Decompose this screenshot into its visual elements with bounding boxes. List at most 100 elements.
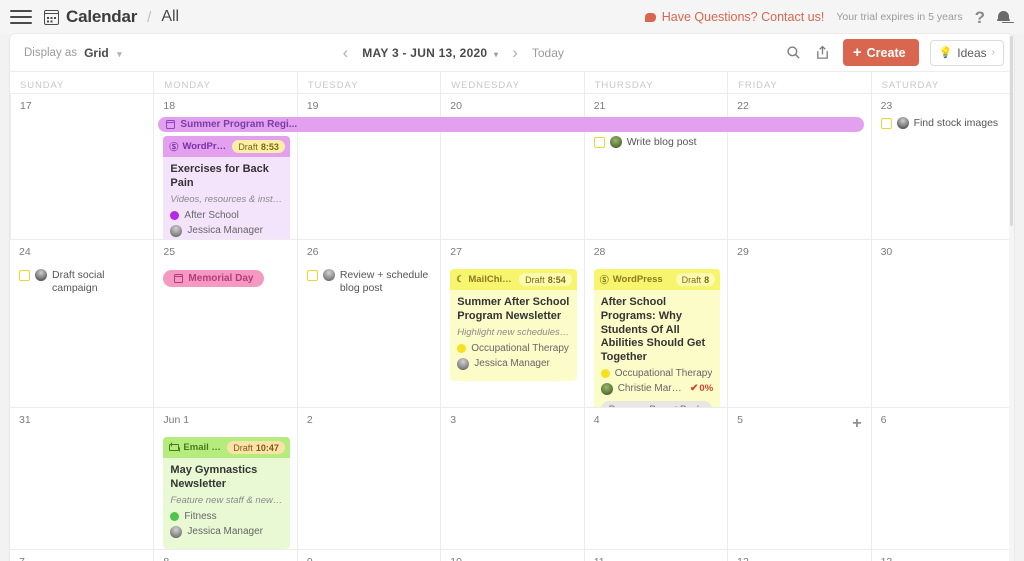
card-body: After School Programs: Why Students Of A…: [594, 290, 720, 407]
day-cell-jun-1[interactable]: Jun 1 Email M... Draft 10:47 May Gymnast…: [153, 408, 296, 549]
day-cell-jun-4[interactable]: 4: [583, 408, 727, 549]
day-cell-25[interactable]: 25 Memorial Day: [153, 240, 296, 407]
chevron-down-icon: ▾: [117, 48, 122, 59]
vertical-scrollbar[interactable]: [1009, 34, 1014, 561]
task-checkbox[interactable]: [593, 137, 605, 148]
notification-bell-icon[interactable]: [997, 10, 1010, 25]
card-assignee-label: Jessica Manager: [474, 358, 550, 370]
card-body: Exercises for Back Pain Videos, resource…: [163, 157, 289, 239]
today-button[interactable]: Today: [532, 46, 564, 60]
hamburger-menu-icon[interactable]: [10, 8, 32, 26]
day-cell-jun-6[interactable]: 6: [870, 408, 1014, 549]
task-label: Write blog post: [626, 136, 697, 148]
day-number: 11: [594, 556, 720, 561]
share-icon[interactable]: [814, 44, 832, 62]
day-cell-jun-7[interactable]: 7: [10, 550, 153, 561]
create-button[interactable]: + Create: [842, 39, 919, 66]
task-checkbox[interactable]: [880, 118, 892, 129]
wordpress-icon: Ⓢ: [599, 275, 609, 285]
chat-bubble-icon: [644, 12, 656, 22]
task-item-draft-social-campaign[interactable]: Draft social campaign: [19, 269, 146, 295]
day-cell-24[interactable]: 24 Draft social campaign: [10, 240, 153, 407]
day-number: 12: [737, 556, 863, 561]
day-cell-20[interactable]: 20: [440, 94, 583, 239]
day-cell-jun-8[interactable]: 8: [153, 550, 296, 561]
page-title[interactable]: Calendar: [66, 7, 137, 27]
card-header: Email M... Draft 10:47: [163, 437, 290, 458]
ideas-button[interactable]: 💡 Ideas ›: [929, 39, 1004, 66]
add-event-button[interactable]: +: [852, 416, 861, 432]
breadcrumb-subtitle[interactable]: All: [161, 8, 179, 26]
search-icon[interactable]: [785, 44, 803, 62]
task-checkbox[interactable]: [306, 270, 318, 281]
day-cell-27[interactable]: 27 ☾ MailChimp Draft 8:54 Summer After S…: [440, 240, 583, 407]
day-cell-23[interactable]: 23 Find stock images: [870, 94, 1014, 239]
content-card-may-gymnastics-newsletter[interactable]: Email M... Draft 10:47 May Gymnastics Ne…: [163, 437, 290, 549]
day-cell-26[interactable]: 26 Review + schedule blog post: [296, 240, 440, 407]
day-cell-jun-9[interactable]: 9: [296, 550, 440, 561]
card-assignee-label: Jessica Manager: [187, 526, 264, 538]
day-cell-28[interactable]: 28 Ⓢ WordPress Draft 8 After School Prog…: [583, 240, 727, 407]
event-label: Memorial Day: [188, 273, 254, 284]
task-item-write-blog-post[interactable]: Write blog post: [593, 136, 720, 149]
card-description: Highlight new schedules & ...: [457, 326, 570, 338]
display-mode-value: Grid: [84, 45, 109, 60]
task-label: Find stock images: [913, 117, 999, 129]
day-cell-30[interactable]: 30: [870, 240, 1014, 407]
day-cell-jun-5[interactable]: 5 +: [727, 408, 870, 549]
day-number: 18: [163, 100, 176, 112]
task-checkbox[interactable]: [19, 270, 30, 281]
card-channel-label: WordPress: [612, 274, 663, 285]
day-cell-22[interactable]: 22: [727, 94, 870, 239]
day-number: 17: [20, 100, 32, 112]
content-card-exercises-for-back-pain[interactable]: Ⓢ WordPress Draft 8:53 Exercises for Bac…: [163, 136, 290, 239]
card-title: Summer After School Program Newsletter: [457, 296, 570, 322]
scrollbar-thumb[interactable]: [1010, 36, 1013, 226]
day-cell-jun-12[interactable]: 12: [727, 550, 870, 561]
day-cell-21[interactable]: 21 Write blog post: [583, 94, 727, 239]
day-number: 5: [737, 414, 743, 426]
card-channel-label: MailChimp: [468, 274, 516, 285]
content-card-after-school-programs[interactable]: Ⓢ WordPress Draft 8 After School Program…: [593, 269, 721, 407]
card-description: Videos, resources & instruc...: [170, 193, 283, 205]
card-category-row: Occupational Therapy: [600, 368, 713, 379]
day-cell-jun-13[interactable]: 13: [870, 550, 1014, 561]
next-period-button[interactable]: ›: [512, 44, 518, 61]
card-category-label: After School: [184, 209, 239, 221]
avatar: [896, 117, 909, 129]
contact-us-link[interactable]: Have Questions? Contact us!: [644, 10, 824, 24]
card-assignee-label: Jessica Manager: [187, 225, 264, 237]
card-status-word: Draft: [525, 274, 545, 285]
event-banner-summer-program[interactable]: Summer Program Regi...: [158, 117, 864, 132]
content-card-summer-after-school-newsletter[interactable]: ☾ MailChimp Draft 8:54 Summer After Scho…: [450, 269, 577, 381]
day-cell-18[interactable]: 18 Ⓢ WordPress Draft 8:53 Exercises for …: [153, 94, 296, 239]
card-channel-label: WordPress: [182, 141, 229, 152]
previous-period-button[interactable]: ‹: [343, 44, 349, 61]
day-cell-29[interactable]: 29: [727, 240, 870, 407]
day-cell-17[interactable]: 17: [10, 94, 153, 239]
day-cell-jun-11[interactable]: 11: [583, 550, 727, 561]
day-number: 8: [163, 556, 289, 561]
task-item-find-stock-images[interactable]: Find stock images: [880, 117, 1007, 130]
day-number: 25: [163, 246, 176, 258]
task-item-review-schedule-blog-post[interactable]: Review + schedule blog post: [306, 269, 433, 295]
day-cell-19[interactable]: 19: [296, 94, 440, 239]
lightbulb-icon: 💡: [938, 47, 953, 59]
day-number: 3: [450, 414, 457, 426]
plus-icon: +: [852, 44, 862, 61]
day-cell-jun-2[interactable]: 2: [296, 408, 440, 549]
help-icon[interactable]: ?: [975, 9, 985, 26]
day-cell-jun-3[interactable]: 3: [440, 408, 583, 549]
day-cell-31[interactable]: 31: [10, 408, 153, 549]
day-number: 4: [593, 414, 600, 426]
calendar-week-row: Summer Program Regi... 17 18 Ⓢ WordPress…: [10, 93, 1014, 239]
event-memorial-day[interactable]: Memorial Day: [163, 270, 265, 287]
event-banner-label: Summer Program Regi...: [180, 119, 298, 130]
display-mode-select[interactable]: Grid ▾: [84, 46, 122, 60]
card-status-word: Draft: [238, 141, 258, 152]
date-range-selector[interactable]: MAY 3 - JUN 13, 2020 ▾: [362, 46, 498, 60]
day-number: 26: [306, 246, 319, 258]
day-number: 19: [306, 100, 319, 112]
day-cell-jun-10[interactable]: 10: [440, 550, 583, 561]
calendar-week-row: 24 Draft social campaign 25 Memorial Day…: [10, 239, 1014, 407]
